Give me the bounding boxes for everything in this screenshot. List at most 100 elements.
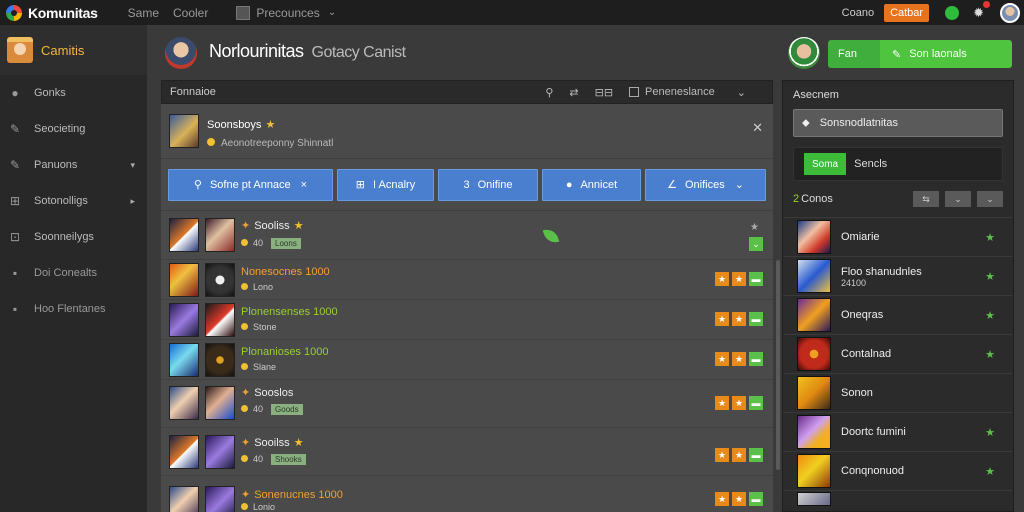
- table-row[interactable]: Plonanioses 1000 Slane ★ ★ ▬: [161, 340, 773, 380]
- green-action-icon[interactable]: ▬: [749, 448, 763, 462]
- filter-button-annicet[interactable]: ● Annicet: [542, 168, 641, 201]
- close-icon[interactable]: ✕: [752, 120, 763, 136]
- star-icon[interactable]: ★: [985, 309, 995, 322]
- table-row[interactable]: ✦ Sooslos 40 Goods ★ ★ ▬: [161, 380, 773, 428]
- top-bar: Komunitas Same Cooler Precounces ⌄ Coano…: [0, 0, 1024, 25]
- star-icon[interactable]: ★: [985, 465, 995, 478]
- green-action-icon[interactable]: ▬: [749, 352, 763, 366]
- sidebar-item-seocieting[interactable]: ✎ Seocieting: [0, 111, 147, 147]
- green-action-icon[interactable]: ▬: [749, 492, 763, 506]
- star-icon[interactable]: ★: [715, 272, 729, 286]
- row-thumbnail: [169, 263, 199, 297]
- brand-name[interactable]: Komunitas: [28, 5, 98, 21]
- group-image: [169, 114, 199, 148]
- profile-avatar[interactable]: [788, 37, 820, 69]
- row-title-text: Sonenucnes 1000: [254, 489, 343, 501]
- star-icon[interactable]: ★: [732, 448, 746, 462]
- friend-item[interactable]: Omiarie ★: [783, 217, 1013, 256]
- row-tag: Loons: [271, 238, 301, 249]
- sidebar-item-gonks[interactable]: ● Gonks: [0, 75, 147, 111]
- friend-name: Doortc fumini: [841, 426, 906, 438]
- top-selector[interactable]: Precounces ⌄: [236, 5, 336, 20]
- sidebar-item-flentanes[interactable]: ▪ Hoo Flentanes: [0, 291, 147, 327]
- star-icon[interactable]: ★: [732, 352, 746, 366]
- friend-avatar: [797, 259, 831, 293]
- filter-label: Onifine: [477, 178, 513, 191]
- table-row[interactable]: ✦ Sooliss ★ 40 Loons ★ ⌄: [161, 210, 773, 260]
- green-action-icon[interactable]: ▬: [749, 396, 763, 410]
- table-row[interactable]: Nonesocnes 1000 Lono ★ ★ ▬: [161, 260, 773, 300]
- star-icon[interactable]: ★: [715, 448, 729, 462]
- friend-avatar: [797, 415, 831, 449]
- sidebar-item-soonneilygs[interactable]: ⊡ Soonneilygs: [0, 219, 147, 255]
- scrollbar[interactable]: [776, 260, 780, 470]
- layout-icon[interactable]: ⊟⊟: [595, 86, 613, 99]
- friend-item[interactable]: Oneqras ★: [783, 295, 1013, 334]
- green-action-icon[interactable]: ▬: [749, 312, 763, 326]
- green-action-icon[interactable]: ▬: [749, 272, 763, 286]
- group-card[interactable]: Soonsboys ★ Aeonotreeponny Shinnatl ✕: [161, 104, 773, 159]
- top-right-text[interactable]: Coano: [842, 7, 874, 19]
- page-subtitle: Gotacy Canist: [311, 44, 406, 61]
- friend-item[interactable]: Conqnonuod ★: [783, 451, 1013, 490]
- filter-button-onifices[interactable]: ∠ Onifices ⌄: [645, 168, 766, 201]
- user-avatar[interactable]: [1000, 2, 1020, 23]
- tab-sencls[interactable]: Sencls: [854, 158, 887, 170]
- friend-item[interactable]: [783, 490, 1013, 506]
- community-search-input[interactable]: ⬥ Sonsnodlatnitas: [793, 109, 1003, 137]
- star-icon[interactable]: ★: [732, 312, 746, 326]
- edit-button[interactable]: ✎ Son laonals: [880, 40, 1012, 68]
- tab-soma[interactable]: Soma: [804, 153, 847, 175]
- shuffle-icon[interactable]: ⇄: [569, 86, 578, 99]
- table-row[interactable]: Plonensenses 1000 Stone ★ ★ ▬: [161, 300, 773, 340]
- sidebar-item-label: Hoo Flentanes: [34, 303, 106, 315]
- friend-item[interactable]: Doortc fumini ★: [783, 412, 1013, 451]
- pencil-icon: ✎: [892, 48, 902, 61]
- toolbar-selector[interactable]: Peneneslance ⌄: [629, 86, 762, 99]
- filter-bar: ⚲ Sofne pt Annace × ⊞ I Acnalry 3 Onifin…: [161, 159, 773, 211]
- chevron-down-icon[interactable]: ⌄: [977, 191, 1003, 207]
- star-icon[interactable]: ★: [715, 352, 729, 366]
- online-status-icon[interactable]: [945, 5, 960, 20]
- fan-button[interactable]: Fan: [828, 40, 880, 68]
- chevron-down-icon[interactable]: ⌄: [945, 191, 971, 207]
- filter-button-acnalry[interactable]: ⊞ I Acnalry: [337, 168, 434, 201]
- chevron-down-icon[interactable]: ⌄: [735, 178, 744, 191]
- friend-item[interactable]: Floo shanudnles 24100 ★: [783, 256, 1013, 295]
- star-icon[interactable]: ★: [985, 270, 995, 283]
- filter-button-annace[interactable]: ⚲ Sofne pt Annace ×: [168, 168, 333, 201]
- star-icon[interactable]: ★: [715, 396, 729, 410]
- star-icon[interactable]: ★: [985, 231, 995, 244]
- group-title: Soonsboys ★: [207, 118, 275, 131]
- gear-icon[interactable]: ✹: [973, 0, 990, 21]
- star-icon[interactable]: ★: [985, 426, 995, 439]
- friend-item[interactable]: Contalnad ★: [783, 334, 1013, 373]
- community-avatar[interactable]: [165, 37, 197, 69]
- sidebar-item-conealts[interactable]: ▪ Doi Conealts: [0, 255, 147, 291]
- star-icon[interactable]: ★: [732, 492, 746, 506]
- star-icon[interactable]: ★: [732, 396, 746, 410]
- star-icon[interactable]: ★: [732, 272, 746, 286]
- top-orange-button[interactable]: Catbar: [884, 3, 930, 22]
- app-logo-icon[interactable]: [6, 4, 22, 21]
- green-action-icon[interactable]: ⌄: [749, 237, 763, 251]
- pin-icon[interactable]: ⚲: [545, 86, 553, 99]
- star-icon[interactable]: ★: [985, 348, 995, 361]
- arrows-icon[interactable]: ⇆: [913, 191, 939, 207]
- nav-same[interactable]: Same: [128, 6, 159, 20]
- close-icon[interactable]: ×: [301, 179, 307, 191]
- friend-sub: 24100: [841, 278, 867, 288]
- nav-cooler[interactable]: Cooler: [173, 6, 208, 20]
- sidebar-item-sotonolligs[interactable]: ⊞ Sotonolligs ▸: [0, 183, 147, 219]
- sidebar-item-panuons[interactable]: ✎ Panuons ▾: [0, 147, 147, 183]
- star-outline-icon[interactable]: ★: [750, 222, 759, 233]
- friend-item[interactable]: Sonon: [783, 373, 1013, 412]
- star-icon[interactable]: ★: [715, 312, 729, 326]
- sidebar-header[interactable]: Camitis: [0, 25, 147, 75]
- filter-button-onifine[interactable]: 3 Onifine: [438, 168, 538, 201]
- coin-icon: [241, 323, 248, 330]
- table-row[interactable]: ✦ Sonenucnes 1000 Lonio ★ ★ ▬: [161, 476, 773, 512]
- table-row[interactable]: ✦ Sooilss ★ 40 Shooks ★ ★ ▬: [161, 428, 773, 476]
- star-icon[interactable]: ★: [715, 492, 729, 506]
- row-title-text: Sooilss: [254, 437, 290, 449]
